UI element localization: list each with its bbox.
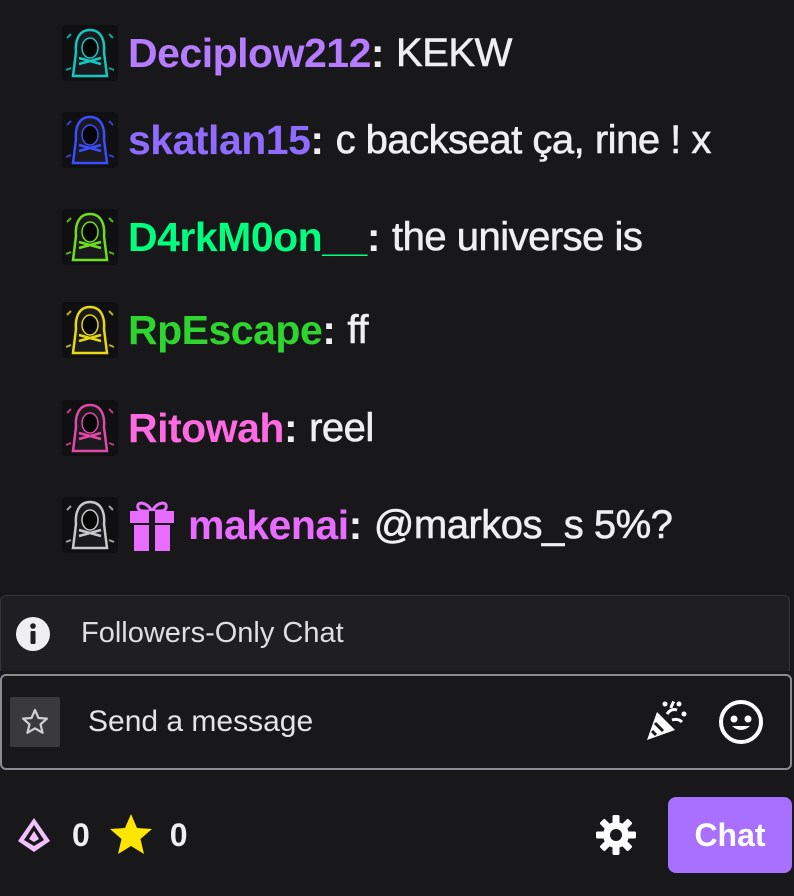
chat-message-text: @markos_s 5%? bbox=[373, 502, 673, 547]
chat-message: makenai: @markos_s 5%? bbox=[60, 493, 673, 557]
subscriber-badge-icon[interactable] bbox=[60, 207, 120, 267]
followers-only-notice: Followers-Only Chat bbox=[0, 595, 790, 671]
chat-message-text: the universe is bbox=[391, 214, 644, 259]
bits-icon[interactable] bbox=[14, 815, 54, 855]
chat-input[interactable] bbox=[86, 704, 640, 740]
chat-message: Deciplow212: KEKW bbox=[60, 21, 513, 85]
subscriber-badge-icon[interactable] bbox=[60, 300, 120, 360]
username-separator: : bbox=[370, 29, 385, 76]
smiley-face-icon bbox=[719, 700, 763, 744]
chat-message: Ritowah: reel bbox=[60, 396, 375, 460]
channel-points-count: 0 bbox=[169, 816, 188, 853]
username-separator: : bbox=[348, 501, 363, 548]
chat-username[interactable]: Deciplow212 bbox=[128, 30, 371, 77]
chat-message: skatlan15: c backseat ça, rine ! x bbox=[60, 108, 712, 172]
gift-badge-icon[interactable] bbox=[128, 495, 176, 555]
chat-username[interactable]: D4rkM0on__ bbox=[128, 214, 367, 261]
info-icon bbox=[16, 616, 50, 651]
chat-message-list: Deciplow212: KEKW skatlan15: c backseat ça,… bbox=[0, 0, 794, 590]
star-icon[interactable] bbox=[108, 812, 154, 858]
chat-message-text: c backseat ça, rine ! x bbox=[335, 117, 711, 162]
chat-username[interactable]: RpEscape bbox=[128, 307, 323, 354]
bits-count: 0 bbox=[72, 816, 90, 853]
username-separator: : bbox=[366, 213, 381, 260]
chat-message-text: KEKW bbox=[396, 30, 513, 75]
chat-username[interactable]: skatlan15 bbox=[128, 117, 311, 164]
chat-message-text: reel bbox=[309, 405, 375, 450]
gear-icon[interactable] bbox=[594, 813, 638, 857]
channel-rewards-button[interactable] bbox=[10, 697, 60, 747]
subscriber-badge-icon[interactable] bbox=[60, 23, 120, 83]
emote-picker-button[interactable] bbox=[716, 697, 766, 747]
chat-bottom-bar: 0 0 Chat bbox=[0, 780, 794, 890]
username-separator: : bbox=[283, 404, 298, 451]
party-popper-icon bbox=[647, 700, 687, 740]
chat-username[interactable]: makenai bbox=[188, 502, 349, 549]
notice-text: Followers-Only Chat bbox=[81, 617, 344, 649]
star-outline-icon bbox=[21, 708, 49, 734]
chat-message: D4rkM0on__: the universe is bbox=[60, 205, 644, 269]
subscriber-badge-icon[interactable] bbox=[60, 110, 120, 170]
party-popper-button[interactable] bbox=[640, 697, 690, 747]
chat-message: RpEscape: ff bbox=[60, 298, 369, 362]
subscriber-badge-icon[interactable] bbox=[60, 495, 120, 555]
subscriber-badge-icon[interactable] bbox=[60, 398, 120, 458]
username-separator: : bbox=[310, 116, 324, 163]
chat-send-button[interactable]: Chat bbox=[668, 797, 792, 873]
chat-message-text: ff bbox=[347, 307, 369, 352]
chat-username[interactable]: Ritowah bbox=[128, 405, 284, 452]
message-input-box[interactable] bbox=[0, 674, 792, 770]
username-separator: : bbox=[322, 306, 336, 353]
